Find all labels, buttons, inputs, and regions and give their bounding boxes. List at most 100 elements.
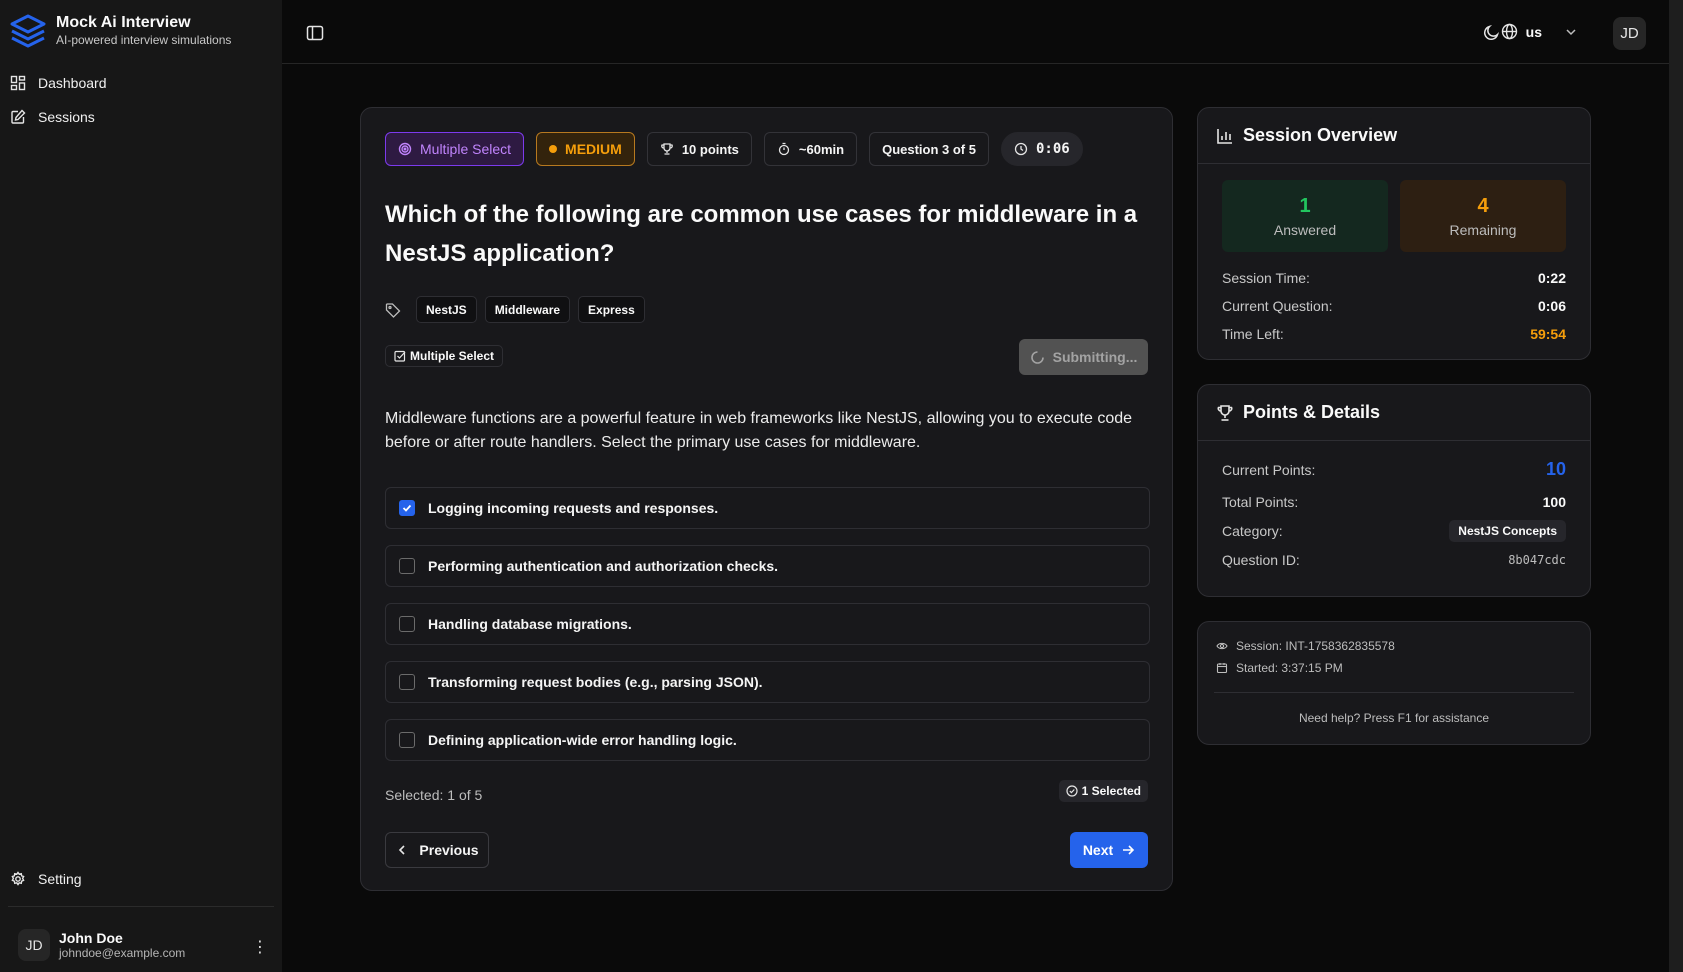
remaining-stat: 4 Remaining bbox=[1400, 180, 1566, 252]
points-details-header: Points & Details bbox=[1198, 385, 1590, 441]
app-subtitle: AI-powered interview simulations bbox=[56, 33, 232, 47]
check-icon bbox=[402, 504, 412, 512]
row-label: Current Points: bbox=[1222, 461, 1316, 478]
globe-icon bbox=[1501, 23, 1517, 40]
points-label: 10 points bbox=[681, 141, 739, 157]
selected-count: Selected: 1 of 5 bbox=[385, 787, 483, 803]
checkbox[interactable] bbox=[399, 500, 415, 516]
clock-icon bbox=[1014, 142, 1028, 156]
next-button[interactable]: Next bbox=[1070, 832, 1148, 868]
difficulty-chip: MEDIUM bbox=[536, 132, 635, 166]
tag: NestJS bbox=[416, 296, 477, 323]
type-chip: Multiple Select bbox=[385, 132, 525, 166]
language-select[interactable]: us bbox=[1501, 23, 1578, 40]
session-time-row: Session Time: 0:22 bbox=[1198, 270, 1590, 286]
time-left-value: 59:54 bbox=[1530, 326, 1566, 342]
chevron-left-icon bbox=[399, 845, 405, 855]
current-question-value: 0:06 bbox=[1537, 298, 1566, 314]
user-profile[interactable]: JD John Doe johndoe@example.com ⋮ bbox=[18, 929, 268, 961]
sidebar-item-dashboard[interactable]: Dashboard bbox=[10, 75, 107, 91]
answer-option-label: Transforming request bodies (e.g., parsi… bbox=[428, 674, 763, 690]
remaining-label: Remaining bbox=[1449, 221, 1517, 238]
progress-label: Question 3 of 5 bbox=[882, 141, 976, 157]
calendar-icon bbox=[1216, 663, 1228, 674]
answer-option[interactable]: Defining application-wide error handling… bbox=[385, 719, 1150, 761]
progress-chip: Question 3 of 5 bbox=[869, 132, 989, 166]
check-circle-icon bbox=[1066, 785, 1078, 797]
category-row: Category: NestJS Concepts bbox=[1198, 520, 1590, 542]
answer-option[interactable]: Performing authentication and authorizat… bbox=[385, 545, 1150, 587]
answered-label: Answered bbox=[1273, 221, 1337, 238]
spinner-icon bbox=[1030, 350, 1044, 364]
help-text: Need help? Press F1 for assistance bbox=[1214, 692, 1574, 725]
user-email: johndoe@example.com bbox=[59, 945, 186, 960]
selected-badge-label: 1 Selected bbox=[1081, 784, 1141, 798]
points-chip: 10 points bbox=[646, 132, 752, 166]
tag: Express bbox=[578, 296, 645, 323]
duration-chip: ~60min bbox=[763, 132, 858, 166]
sidebar-toggle-icon[interactable] bbox=[306, 24, 324, 42]
checkbox[interactable] bbox=[399, 732, 415, 748]
timer-label: 0:06 bbox=[1035, 141, 1070, 157]
tag-list: NestJS Middleware Express bbox=[385, 296, 645, 323]
moon-icon[interactable] bbox=[1483, 24, 1500, 41]
checkbox[interactable] bbox=[399, 674, 415, 690]
checkbox[interactable] bbox=[399, 558, 415, 574]
question-description: Middleware functions are a powerful feat… bbox=[385, 410, 1133, 451]
question-type-label: Multiple Select bbox=[410, 349, 495, 363]
question-id-value: 8b047cdc bbox=[1508, 553, 1566, 567]
started-line: Started: 3:37:15 PM bbox=[1198, 661, 1590, 675]
answer-option[interactable]: Transforming request bodies (e.g., parsi… bbox=[385, 661, 1150, 703]
brand[interactable]: Mock Ai Interview AI-powered interview s… bbox=[10, 14, 231, 48]
avatar[interactable]: JD bbox=[1613, 17, 1646, 50]
eye-icon bbox=[1216, 642, 1228, 650]
remaining-count: 4 bbox=[1477, 194, 1489, 217]
sidebar-item-setting[interactable]: Setting bbox=[10, 871, 82, 887]
target-icon bbox=[398, 142, 412, 156]
answer-option-label: Performing authentication and authorizat… bbox=[428, 558, 779, 574]
total-points-row: Total Points: 100 bbox=[1198, 494, 1590, 510]
sidebar-item-sessions[interactable]: Sessions bbox=[10, 109, 95, 125]
row-label: Total Points: bbox=[1222, 494, 1299, 510]
started-time: Started: 3:37:15 PM bbox=[1236, 661, 1343, 675]
points-details-card: Points & Details Current Points: 10 Tota… bbox=[1197, 384, 1591, 597]
row-label: Session Time: bbox=[1222, 270, 1310, 286]
sidebar-item-label: Sessions bbox=[38, 109, 95, 125]
previous-label: Previous bbox=[419, 842, 479, 858]
session-overview-title: Session Overview bbox=[1243, 125, 1398, 145]
arrow-right-icon bbox=[1123, 845, 1135, 855]
row-label: Time Left: bbox=[1222, 326, 1284, 342]
trophy-icon bbox=[660, 143, 673, 155]
current-points-value: 10 bbox=[1545, 459, 1566, 479]
trophy-icon bbox=[1217, 404, 1233, 421]
session-id-line: Session: INT-1758362835578 bbox=[1198, 639, 1590, 653]
answer-option-label: Defining application-wide error handling… bbox=[428, 732, 737, 748]
avatar: JD bbox=[18, 929, 50, 961]
next-label: Next bbox=[1082, 842, 1114, 858]
topbar: us JD bbox=[282, 0, 1683, 64]
language-value: us bbox=[1525, 23, 1542, 40]
checkbox[interactable] bbox=[399, 616, 415, 632]
submit-button[interactable]: Submitting... bbox=[1019, 339, 1148, 375]
question-title: Which of the following are common use ca… bbox=[385, 201, 1138, 267]
tag: Middleware bbox=[484, 296, 571, 323]
sidebar-item-label: Setting bbox=[38, 871, 82, 887]
question-card: Multiple Select MEDIUM 10 points ~60min … bbox=[360, 107, 1173, 891]
sidebar: Mock Ai Interview AI-powered interview s… bbox=[0, 0, 282, 972]
question-id-row: Question ID: 8b047cdc bbox=[1198, 552, 1590, 568]
logo-icon bbox=[10, 14, 46, 48]
sessions-icon bbox=[11, 109, 26, 124]
scrollbar[interactable] bbox=[1669, 0, 1683, 972]
sidebar-item-label: Dashboard bbox=[38, 75, 107, 91]
bar-chart-icon bbox=[1217, 128, 1232, 144]
more-vertical-icon[interactable]: ⋮ bbox=[252, 937, 268, 957]
answer-option[interactable]: Logging incoming requests and responses. bbox=[385, 487, 1150, 529]
time-left-row: Time Left: 59:54 bbox=[1198, 326, 1590, 342]
points-details-title: Points & Details bbox=[1243, 402, 1381, 422]
category-badge: NestJS Concepts bbox=[1449, 520, 1566, 542]
session-time-value: 0:22 bbox=[1537, 270, 1566, 286]
answer-option[interactable]: Handling database migrations. bbox=[385, 603, 1150, 645]
gear-icon bbox=[11, 871, 25, 886]
selected-badge: 1 Selected bbox=[1058, 780, 1148, 802]
previous-button[interactable]: Previous bbox=[385, 832, 489, 868]
